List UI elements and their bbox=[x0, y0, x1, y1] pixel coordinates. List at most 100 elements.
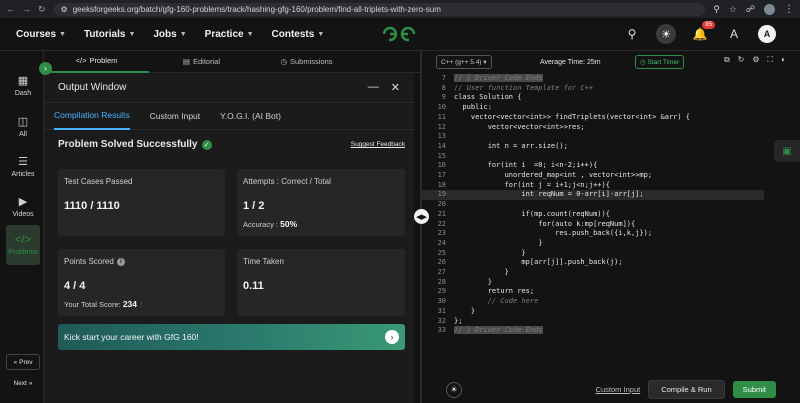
suggest-feedback-link[interactable]: Suggest Feedback bbox=[351, 141, 405, 148]
fullscreen-icon[interactable]: ⛶ bbox=[768, 55, 774, 65]
code-text: // } Driver Code Ends bbox=[454, 74, 543, 82]
bell-icon[interactable]: 🔔 85 bbox=[690, 21, 715, 44]
back-icon[interactable]: ← bbox=[6, 4, 15, 15]
code-line[interactable]: 12 vector<vector<int>>res; bbox=[422, 123, 764, 133]
tab-custom-input[interactable]: Custom Input bbox=[150, 111, 201, 121]
bookmark-star-icon[interactable]: ☆ bbox=[729, 4, 737, 15]
rail-item-articles[interactable]: ☰ Articles bbox=[6, 146, 40, 186]
code-line[interactable]: 27 } bbox=[422, 268, 764, 278]
start-timer-button[interactable]: ◷ Start Timer bbox=[635, 55, 685, 69]
resize-handle-icon[interactable]: ◀▶ bbox=[414, 209, 429, 224]
code-line[interactable]: 10 public: bbox=[422, 103, 764, 113]
tab-editorial[interactable]: ▤ Editorial bbox=[149, 51, 254, 73]
translate-icon[interactable]: A bbox=[724, 24, 744, 44]
rail-item-problems[interactable]: </> Problems bbox=[6, 225, 40, 265]
menu-practice[interactable]: Practice ▼ bbox=[205, 29, 254, 40]
tab-yogi-ai-bot[interactable]: Y.O.G.I. (AI Bot) bbox=[220, 111, 281, 121]
lightbulb-icon[interactable]: ☀ bbox=[446, 381, 462, 398]
code-line[interactable]: 9 class Solution { bbox=[422, 93, 764, 103]
code-line[interactable]: 23 res.push_back({i,k,j}); bbox=[422, 229, 764, 239]
code-editor[interactable]: 7 // } Driver Code Ends 8 // User function … bbox=[422, 73, 764, 363]
zoom-icon[interactable]: ⚲ bbox=[713, 4, 720, 15]
code-line[interactable]: 7 // } Driver Code Ends bbox=[422, 74, 764, 84]
code-text: // } Driver Code Ends bbox=[454, 326, 543, 335]
profile-icon[interactable] bbox=[764, 3, 775, 15]
close-icon[interactable]: ✕ bbox=[391, 81, 400, 94]
line-number: 8 bbox=[441, 83, 446, 92]
reset-icon[interactable]: ↻ bbox=[738, 55, 745, 65]
code-line[interactable]: 25 } bbox=[422, 249, 764, 259]
code-text: } bbox=[454, 306, 476, 315]
code-text: } bbox=[454, 268, 509, 276]
status-title: Problem Solved Successfully bbox=[58, 139, 198, 150]
avatar[interactable]: A bbox=[758, 25, 776, 43]
rail-item-videos[interactable]: ▶ Videos bbox=[6, 186, 40, 226]
compile-run-button[interactable]: Compile & Run bbox=[648, 380, 725, 399]
line-number: 10 bbox=[437, 103, 446, 112]
code-line[interactable]: 15 bbox=[422, 152, 764, 162]
language-select[interactable]: C++ (g++ 5.4) ▾ bbox=[436, 55, 492, 69]
reload-icon[interactable]: ↻ bbox=[38, 4, 46, 15]
code-line[interactable]: 13 bbox=[422, 132, 764, 142]
code-line[interactable]: 28 } bbox=[422, 278, 764, 288]
code-line[interactable]: 29 return res; bbox=[422, 287, 764, 297]
custom-input-link[interactable]: Custom Input bbox=[596, 385, 641, 394]
code-line[interactable]: 8 // User function Template for C++ bbox=[422, 84, 764, 94]
line-number: 25 bbox=[437, 248, 446, 257]
menu-contests[interactable]: Contests ▼ bbox=[272, 29, 325, 40]
code-line[interactable]: 19 int reqNum = 0-arr[i]-arr[j]; bbox=[422, 190, 764, 201]
code-line[interactable]: 24 } bbox=[422, 239, 764, 249]
arrow-right-icon[interactable]: › bbox=[385, 330, 399, 344]
code-text: int reqNum = 0-arr[i]-arr[j]; bbox=[454, 190, 644, 199]
code-line[interactable]: 31 } bbox=[422, 307, 764, 317]
expand-rail-icon[interactable]: › bbox=[39, 62, 52, 75]
code-line[interactable]: 33 // } Driver Code Ends bbox=[422, 326, 764, 336]
code-text: res.push_back({i,k,j}); bbox=[454, 229, 653, 238]
tab-submissions[interactable]: ◷ Submissions bbox=[254, 51, 359, 73]
settings-icon[interactable]: ⚙ bbox=[752, 55, 759, 65]
gfg-logo[interactable] bbox=[381, 25, 417, 43]
forward-icon[interactable]: → bbox=[22, 4, 31, 15]
next-button[interactable]: Next» bbox=[6, 375, 40, 391]
left-rail: ▦ Dash ◫ All ☰ Articles ▶ Videos </> Problems… bbox=[0, 51, 44, 403]
code-line[interactable]: 21 if(mp.count(reqNum)){ bbox=[422, 210, 764, 220]
theme-icon[interactable]: ◐ bbox=[781, 55, 786, 65]
code-line[interactable]: 30 // Code here bbox=[422, 297, 764, 307]
search-icon[interactable]: ⚲ bbox=[622, 24, 642, 44]
menu-dots-icon[interactable]: ⋮ bbox=[784, 4, 794, 15]
address-bar[interactable]: ⚙ geeksforgeeks.org/batch/gfg-160-proble… bbox=[53, 2, 706, 16]
site-header: Courses ▼ Tutorials ▼ Jobs ▼ Practice ▼ Cont… bbox=[0, 18, 800, 51]
menu-jobs[interactable]: Jobs ▼ bbox=[153, 29, 186, 40]
code-line[interactable]: 11 vector<vector<int>> findTriplets(vect… bbox=[422, 113, 764, 123]
rail-item-dash[interactable]: ▦ Dash bbox=[6, 65, 40, 105]
code-line[interactable]: 16 for(int i =0; i<n-2;i++){ bbox=[422, 161, 764, 171]
output-tabs: Compilation Results Custom Input Y.O.G.I… bbox=[44, 103, 414, 130]
code-line[interactable]: 22 for(auto k:mp[reqNum]){ bbox=[422, 220, 764, 230]
code-line[interactable]: 14 int n = arr.size(); bbox=[422, 142, 764, 152]
tab-compilation-results[interactable]: Compilation Results bbox=[54, 103, 130, 130]
rail-item-all[interactable]: ◫ All bbox=[6, 106, 40, 146]
prev-button[interactable]: «Prev bbox=[6, 354, 40, 370]
code-line[interactable]: 32}; bbox=[422, 317, 764, 327]
extensions-icon[interactable]: ☍ bbox=[746, 4, 755, 15]
copy-icon[interactable]: ⧉ bbox=[724, 55, 730, 65]
code-text: unordered_map<int , vector<int>>mp; bbox=[454, 171, 653, 179]
menu-tutorials[interactable]: Tutorials ▼ bbox=[84, 29, 135, 40]
code-line[interactable]: 20 bbox=[422, 200, 764, 210]
code-text: for(int j = i+1;j<n;j++){ bbox=[454, 180, 610, 189]
menu-courses[interactable]: Courses ▼ bbox=[16, 29, 66, 40]
code-line[interactable]: 18 for(int j = i+1;j<n;j++){ bbox=[422, 181, 764, 191]
code-line[interactable]: 17 unordered_map<int , vector<int>>mp; bbox=[422, 171, 764, 181]
info-icon[interactable]: i bbox=[116, 257, 125, 266]
site-info-icon[interactable]: ⚙ bbox=[61, 5, 68, 14]
chat-icon[interactable]: ▣ bbox=[774, 140, 800, 162]
accuracy-value: 50% bbox=[280, 219, 298, 229]
code-line[interactable]: 26 mp[arr[j]].push_back(j); bbox=[422, 258, 764, 268]
promo-banner[interactable]: Kick start your career with GfG 160! › bbox=[58, 324, 405, 350]
minimize-icon[interactable]: — bbox=[368, 81, 379, 94]
code-text: // Code here bbox=[454, 297, 539, 306]
theme-toggle-icon[interactable]: ☀ bbox=[656, 24, 676, 44]
submit-button[interactable]: Submit bbox=[732, 381, 776, 398]
code-text: // User function Template for C++ bbox=[454, 83, 594, 92]
tab-problem[interactable]: </> Problem bbox=[44, 51, 149, 73]
